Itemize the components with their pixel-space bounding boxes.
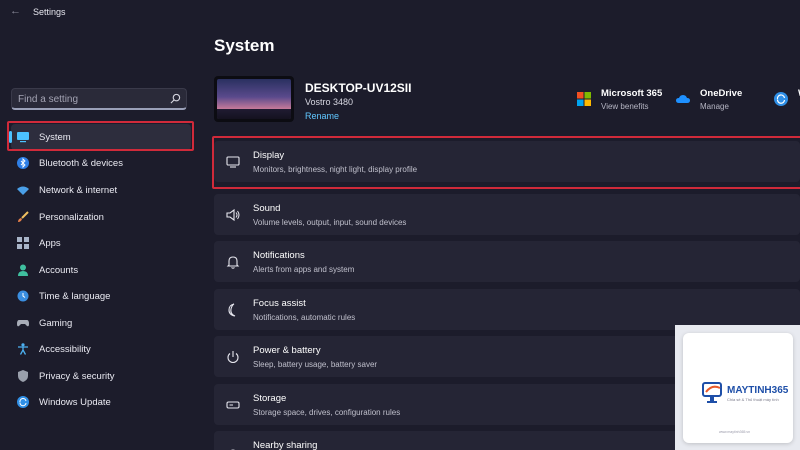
sidebar-item-label: Network & internet xyxy=(39,185,118,196)
watermark-brand: MAYTINH365 xyxy=(727,385,789,396)
accessibility-icon xyxy=(18,343,28,355)
microsoft-logo-icon xyxy=(577,92,591,106)
sidebar-item-bluetooth[interactable]: Bluetooth & devices xyxy=(11,150,191,176)
service-subtitle: View benefits xyxy=(601,102,649,111)
device-wallpaper-thumbnail xyxy=(214,76,294,122)
wifi-icon xyxy=(17,186,29,195)
card-title: Notifications xyxy=(253,250,305,261)
highlight-box-system xyxy=(7,121,194,151)
power-icon xyxy=(227,351,239,364)
sidebar-item-time-language[interactable]: Time & language xyxy=(11,283,191,309)
storage-drive-icon xyxy=(226,401,240,409)
search-input[interactable] xyxy=(18,92,168,106)
maytinh365-watermark: MAYTINH365 Chia sẻ & Thủ thuật máy tính … xyxy=(675,325,800,450)
sidebar-item-network[interactable]: Network & internet xyxy=(11,177,191,203)
apps-grid-icon xyxy=(17,237,29,249)
bluetooth-icon xyxy=(17,157,29,169)
sidebar-item-gaming[interactable]: Gaming xyxy=(11,310,191,336)
card-title: Power & battery xyxy=(253,345,321,356)
paintbrush-icon xyxy=(18,211,29,222)
search-box[interactable] xyxy=(11,88,187,110)
sidebar-item-windows-update[interactable]: Windows Update xyxy=(11,389,191,415)
sidebar-item-label: Apps xyxy=(39,238,61,249)
highlight-box-display xyxy=(212,136,800,189)
search-icon[interactable] xyxy=(170,93,181,104)
card-subtitle: Notifications, automatic rules xyxy=(253,313,356,322)
rename-link[interactable]: Rename xyxy=(305,111,339,121)
globe-clock-icon xyxy=(17,290,29,302)
sidebar-item-label: Personalization xyxy=(39,212,104,223)
sidebar-item-label: Accessibility xyxy=(39,344,91,355)
app-title: Settings xyxy=(33,7,66,17)
sidebar-item-accounts[interactable]: Accounts xyxy=(11,257,191,283)
onedrive-cloud-icon xyxy=(676,95,690,103)
sidebar-item-accessibility[interactable]: Accessibility xyxy=(11,336,191,362)
card-title: Nearby sharing xyxy=(253,440,318,450)
bell-icon xyxy=(226,256,240,269)
title-bar: ← Settings xyxy=(0,0,800,24)
person-icon xyxy=(18,264,28,276)
windows-update-sync-icon xyxy=(774,92,788,106)
sidebar-item-label: Time & language xyxy=(39,291,111,302)
maytinh365-logo-icon xyxy=(702,382,722,403)
sidebar-item-label: Gaming xyxy=(39,318,73,329)
update-icon xyxy=(17,396,29,408)
service-title: OneDrive xyxy=(700,88,743,99)
card-focus-assist[interactable]: Focus assist Notifications, automatic ru… xyxy=(214,289,800,330)
card-sound[interactable]: Sound Volume levels, output, input, soun… xyxy=(214,194,800,235)
card-notifications[interactable]: Notifications Alerts from apps and syste… xyxy=(214,241,800,282)
moon-icon xyxy=(228,303,236,317)
watermark-url: www.maytinh365.vn xyxy=(719,430,751,434)
speaker-icon xyxy=(226,208,240,222)
share-icon xyxy=(230,449,236,450)
gamepad-icon xyxy=(17,320,29,327)
sidebar-item-label: Bluetooth & devices xyxy=(39,158,123,169)
shield-icon xyxy=(18,370,28,382)
back-arrow-icon[interactable]: ← xyxy=(10,5,21,17)
service-subtitle: Manage xyxy=(700,102,729,111)
card-subtitle: Volume levels, output, input, sound devi… xyxy=(253,218,407,227)
sidebar-item-label: Accounts xyxy=(39,265,79,276)
card-title: Storage xyxy=(253,393,287,404)
card-subtitle: Sleep, battery usage, battery saver xyxy=(253,360,378,369)
card-subtitle: Storage space, drives, configuration rul… xyxy=(253,408,401,417)
sidebar-item-privacy-security[interactable]: Privacy & security xyxy=(11,363,191,389)
card-subtitle: Alerts from apps and system xyxy=(253,265,355,274)
card-title: Focus assist xyxy=(253,298,306,309)
watermark-tagline: Chia sẻ & Thủ thuật máy tính xyxy=(727,397,779,402)
device-model: Vostro 3480 xyxy=(305,97,354,107)
page-title: System xyxy=(214,36,275,55)
sidebar-item-label: Windows Update xyxy=(39,397,111,408)
device-name: DESKTOP-UV12SII xyxy=(305,81,412,95)
sidebar-item-personalization[interactable]: Personalization xyxy=(11,204,191,230)
sidebar-item-label: Privacy & security xyxy=(39,371,115,382)
sidebar-item-apps[interactable]: Apps xyxy=(11,230,191,256)
card-title: Sound xyxy=(253,203,281,214)
service-title: Microsoft 365 xyxy=(601,88,663,99)
